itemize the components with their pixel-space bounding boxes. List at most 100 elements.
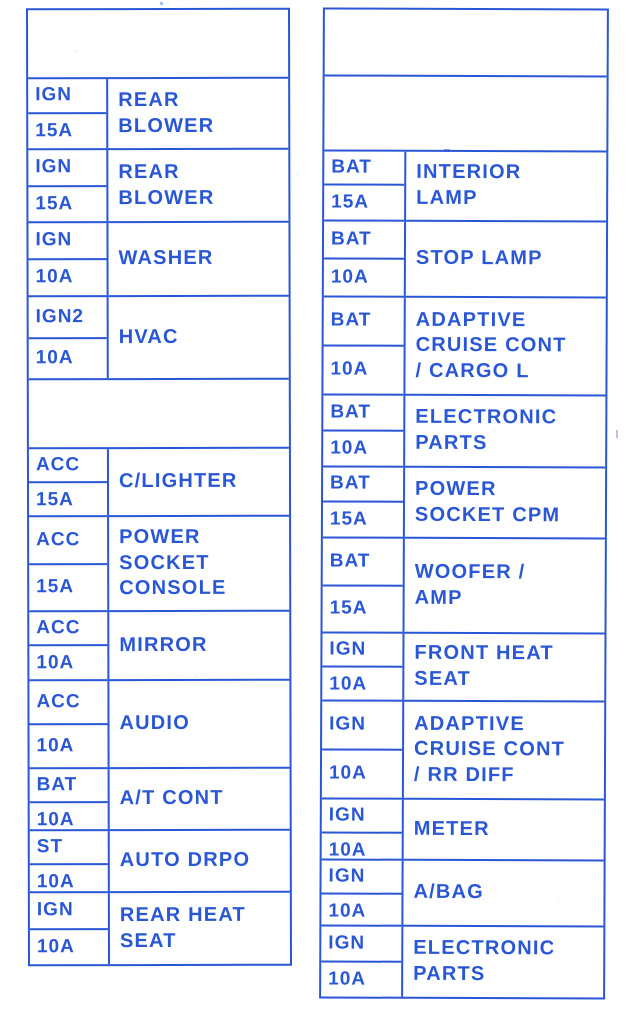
fuse-rating-label: 10A: [36, 809, 75, 831]
empty-fuse-row: [28, 9, 289, 80]
fuse-code-column: IGN 10A: [29, 893, 110, 965]
fuse-row: BAT 15A POWER SOCKET CPM: [322, 467, 606, 540]
fuse-circuit-cell: REAR HEAT SEAT: [110, 893, 290, 964]
fuse-circuit-cell: STOP LAMP: [406, 222, 606, 297]
fuse-circuit-label: STOP LAMP: [415, 247, 543, 270]
fuse-rating-cell: 10A: [323, 346, 403, 393]
fuse-circuit-cell: ADAPTIVE CRUISE CONT / RR DIFF: [404, 702, 604, 799]
fuse-code-column: BAT 15A: [324, 151, 407, 220]
fuse-row: IGN 10A ADAPTIVE CRUISE CONT / RR DIFF: [321, 701, 605, 801]
fuse-circuit-cell: C/LIGHTER: [109, 449, 289, 515]
fuse-source-label: BAT: [329, 550, 371, 572]
fuse-code-column: IGN 10A: [28, 223, 109, 296]
fuse-row: BAT 10A STOP LAMP: [323, 221, 607, 299]
fuse-code-column: ST 10A: [29, 831, 110, 893]
fuse-rating-cell: 10A: [321, 962, 401, 996]
fuse-code-column: ACC 15A: [28, 449, 110, 517]
fuse-rating-label: 15A: [329, 597, 368, 619]
fuse-rating-label: 15A: [329, 508, 368, 530]
fuse-circuit-cell: AUDIO: [109, 681, 289, 767]
fuse-code-column: ACC 10A: [29, 681, 110, 768]
fuse-code-column: ACC 15A: [29, 517, 110, 611]
fuse-row: IGN 15A REAR BLOWER: [28, 149, 289, 224]
fuse-source-label: BAT: [331, 156, 372, 178]
left-fuse-panel: IGN 15A REAR BLOWER IGN 15A REAR BLOWER IGN 10A…: [25, 7, 293, 967]
fuse-rating-label: 10A: [36, 652, 75, 674]
fuse-circuit-cell: WOOFER / AMP: [405, 539, 605, 633]
fuse-circuit-label: POWER SOCKET CPM: [414, 477, 561, 526]
fuse-code-column: BAT 15A: [322, 538, 405, 632]
fuse-source-label: BAT: [330, 309, 372, 331]
fuse-circuit-cell: A/BAG: [403, 861, 603, 926]
fuse-rating-label: 10A: [328, 968, 367, 990]
fuse-rating-label: 10A: [36, 871, 75, 893]
fuse-circuit-cell: ADAPTIVE CRUISE CONT / CARGO L: [405, 298, 605, 395]
fuse-source-label: BAT: [330, 472, 371, 494]
fuse-rating-cell: 15A: [29, 565, 107, 611]
fuse-source-label: IGN: [328, 865, 366, 887]
fuse-circuit-cell: ELECTRONIC PARTS: [405, 396, 605, 467]
fuse-row: IGN2 10A HVAC: [28, 296, 289, 381]
fuse-circuit-label: ADAPTIVE CRUISE CONT / RR DIFF: [413, 712, 566, 786]
fuse-box-diagram-sheet: IGN 15A REAR BLOWER IGN 15A REAR BLOWER IGN 10A…: [0, 0, 634, 1024]
fuse-source-label: ACC: [36, 617, 81, 639]
fuse-rating-label: 10A: [329, 673, 368, 695]
fuse-row: BAT 10A A/T CONT: [29, 768, 290, 832]
fuse-source-label: ACC: [36, 528, 81, 550]
fuse-source-cell: IGN: [322, 633, 403, 668]
fuse-source-label: BAT: [330, 401, 372, 423]
fuse-source-cell: BAT: [322, 538, 403, 587]
fuse-source-label: IGN2: [35, 305, 85, 327]
fuse-rating-cell: 10A: [29, 339, 107, 379]
fuse-rating-cell: 10A: [323, 431, 403, 465]
fuse-source-cell: BAT: [323, 395, 404, 432]
fuse-rating-cell: 15A: [323, 502, 403, 536]
fuse-circuit-label: ELECTRONIC PARTS: [415, 406, 558, 455]
fuse-row: IGN 10A A/BAG: [321, 860, 604, 928]
fuse-row: IGN 10A WASHER: [28, 222, 289, 298]
fuse-rating-cell: 15A: [28, 114, 106, 148]
fuse-circuit-cell: REAR BLOWER: [108, 79, 288, 148]
fuse-source-cell: IGN: [28, 79, 107, 115]
fuse-code-column: BAT 10A: [29, 769, 110, 831]
fuse-rating-label: 10A: [328, 900, 367, 922]
fuse-rating-cell: 10A: [29, 725, 107, 767]
fuse-source-label: IGN: [35, 84, 72, 106]
fuse-source-label: IGN: [36, 899, 74, 921]
fuse-rating-cell: 10A: [321, 894, 401, 928]
fuse-source-cell: ACC: [29, 612, 108, 647]
fuse-rating-cell: 15A: [324, 185, 404, 219]
fuse-rating-cell: 15A: [29, 483, 107, 517]
fuse-code-column: IGN 15A: [28, 79, 109, 149]
fuse-circuit-cell: METER: [404, 800, 604, 860]
fuse-circuit-label: REAR HEAT SEAT: [119, 903, 246, 952]
fuse-circuit-label: REAR BLOWER: [118, 160, 215, 209]
fuse-rating-cell: 10A: [29, 260, 107, 295]
fuse-rating-label: 10A: [328, 762, 367, 784]
fuse-circuit-label: WASHER: [118, 247, 214, 270]
fuse-source-cell: IGN: [321, 799, 402, 834]
fuse-rating-cell: 10A: [322, 667, 402, 701]
fuse-source-label: ACC: [36, 691, 81, 713]
fuse-row: ACC 10A AUDIO: [29, 680, 290, 770]
fuse-row: ACC 15A POWER SOCKET CONSOLE: [29, 516, 290, 613]
empty-fuse-row: [28, 379, 289, 450]
fuse-rating-label: 10A: [35, 266, 74, 288]
fuse-code-column: IGN 10A: [321, 860, 404, 925]
fuse-source-cell: ACC: [28, 449, 107, 484]
fuse-circuit-cell: ELECTRONIC PARTS: [403, 927, 603, 998]
fuse-source-label: IGN: [328, 932, 366, 954]
fuse-code-column: IGN 10A: [321, 799, 404, 860]
fuse-rating-label: 15A: [35, 192, 74, 214]
fuse-source-cell: ACC: [29, 681, 108, 726]
fuse-circuit-cell: FRONT HEAT SEAT: [404, 634, 604, 701]
fuse-row: IGN 15A REAR BLOWER: [28, 78, 289, 151]
fuse-rating-label: 10A: [35, 347, 74, 369]
fuse-circuit-label: METER: [413, 817, 490, 840]
fuse-source-label: IGN: [329, 713, 366, 735]
fuse-circuit-label: WOOFER / AMP: [414, 560, 526, 609]
fuse-row: BAT 15A INTERIOR LAMP: [324, 151, 607, 223]
fuse-code-column: IGN2 10A: [28, 297, 109, 379]
fuse-rating-label: 15A: [35, 120, 74, 142]
fuse-source-cell: IGN2: [28, 297, 107, 339]
